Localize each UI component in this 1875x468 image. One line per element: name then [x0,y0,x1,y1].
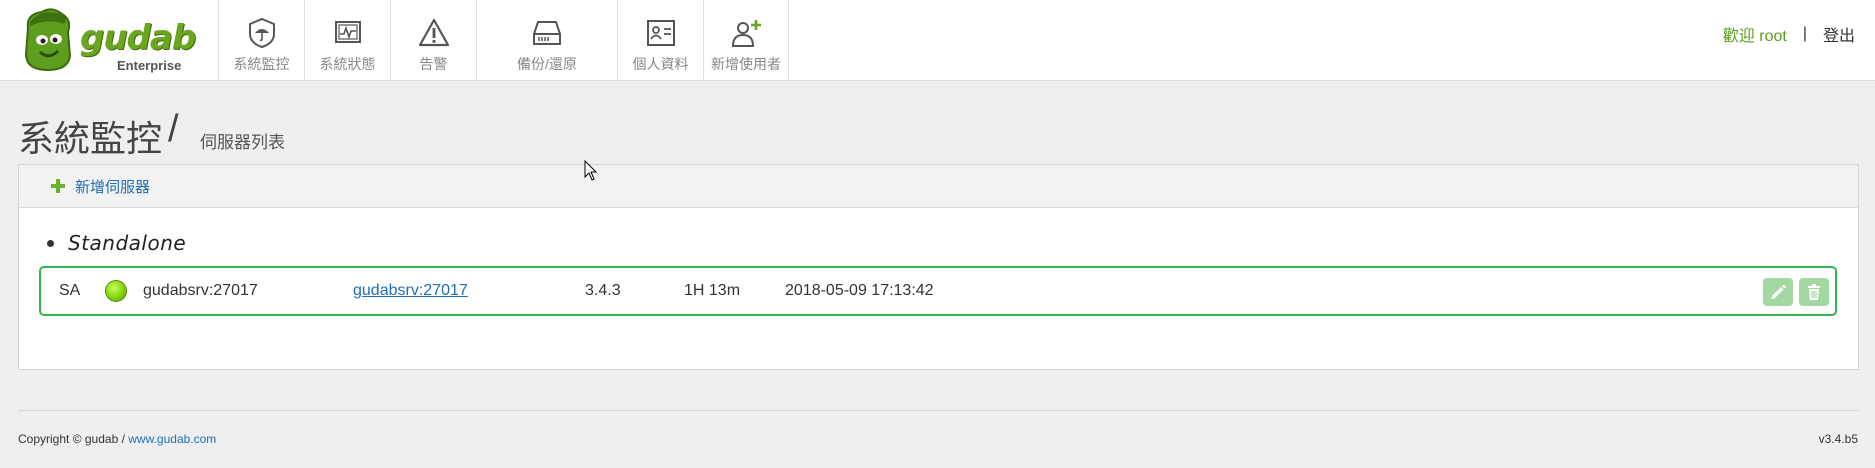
nav-label: 備份/還原 [517,56,577,72]
warning-icon [417,16,451,50]
server-role: SA [59,282,81,299]
server-uptime: 1H 13m [684,282,741,299]
page-title: 系統監控 [18,119,163,160]
gudab-logo[interactable]: gudab Enterprise [18,6,196,74]
hard-drive-icon [530,16,564,50]
logo-mascot-icon [24,8,72,72]
nav-label: 個人資料 [632,56,689,72]
server-timestamp: 2018-05-09 17:13:42 [785,282,934,299]
page-subtitle: 伺服器列表 [200,133,285,152]
add-server-link[interactable]: 新增伺服器 [75,176,150,197]
pencil-icon [1771,284,1786,299]
nav-label: 系統監控 [233,56,290,72]
bullet-icon [47,239,54,247]
nav-add-user[interactable]: 新增使用者 [703,0,789,80]
delete-button[interactable] [1799,278,1829,306]
nav-system-monitor[interactable]: 系統監控 [218,0,304,80]
shield-umbrella-icon [245,16,279,50]
server-host: gudabsrv:27017 [143,282,258,299]
server-list-panel: 新增伺服器 Standalone SA gudabsrv:27017 gudab… [18,164,1859,370]
nav-alerts[interactable]: 告警 [390,0,476,80]
server-group: Standalone [47,231,186,255]
nav-profile[interactable]: 個人資料 [617,0,703,80]
logo-edition: Enterprise [117,58,182,73]
user-menu: 歡迎 root | 登出 [1723,22,1855,46]
logo-wordmark: gudab [80,18,196,58]
app-version: v3.4.b5 [1818,432,1858,446]
edit-button[interactable] [1763,278,1793,306]
server-link[interactable]: gudabsrv:27017 [353,282,468,300]
nav-system-status[interactable]: 系統狀態 [304,0,390,80]
footer-divider [18,410,1859,411]
nav-label: 系統狀態 [319,56,376,72]
nav-label: 告警 [419,56,448,72]
id-card-icon [644,16,678,50]
add-user-icon [729,16,763,50]
footer-copyright: Copyright © gudab / www.gudab.com [18,432,216,446]
nav-label: 新增使用者 [711,56,781,72]
breadcrumb-separator: / [168,108,179,150]
main-nav: 系統監控 系統狀態 告警 備份/還原 個人資料 新增使用者 [218,0,789,80]
group-name: Standalone [68,231,187,255]
server-row[interactable]: SA gudabsrv:27017 gudabsrv:27017 3.4.3 1… [39,266,1837,316]
top-header: gudab Enterprise 系統監控 系統狀態 告警 備份/還原 個人資料… [0,0,1875,81]
mouse-cursor-icon [584,160,598,181]
monitor-chart-icon [331,16,365,50]
server-version: 3.4.3 [585,282,621,299]
panel-header: 新增伺服器 [19,165,1858,208]
website-link[interactable]: www.gudab.com [128,432,216,446]
trash-icon [1808,284,1820,300]
welcome-user[interactable]: 歡迎 root [1723,22,1787,46]
copyright-text: Copyright © gudab / [18,432,129,446]
status-indicator-icon [105,280,127,302]
user-separator: | [1802,25,1807,42]
plus-icon [51,179,65,193]
logout-link[interactable]: 登出 [1823,22,1855,46]
nav-backup-restore[interactable]: 備份/還原 [476,0,617,80]
